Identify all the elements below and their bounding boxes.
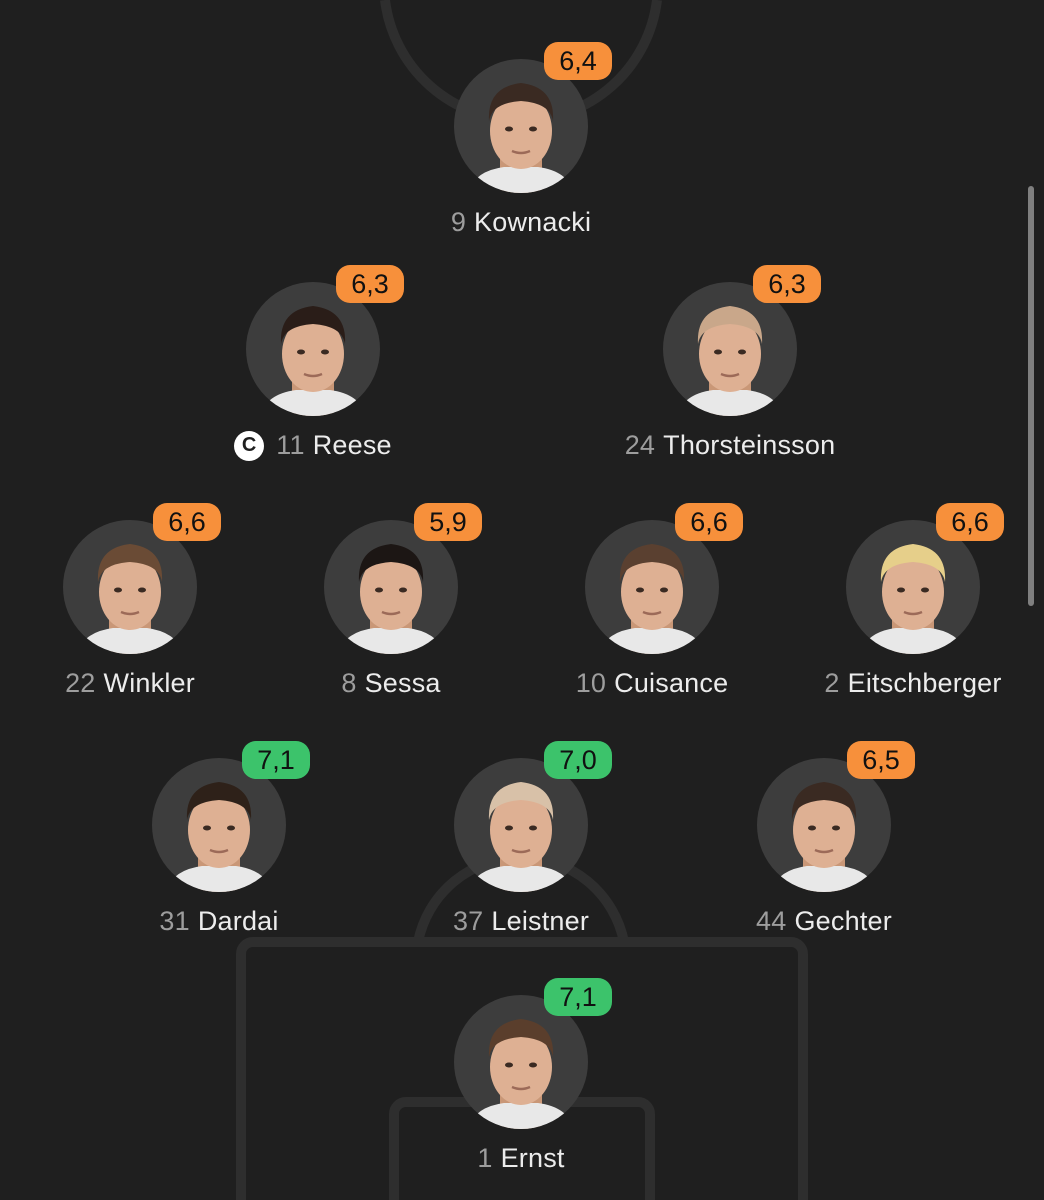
player-label: 44 Gechter [756, 906, 892, 937]
player-avatar-wrap: 7,0 [454, 741, 612, 892]
player-number: 31 [159, 906, 190, 936]
player-label: 9 Kownacki [451, 207, 591, 238]
player-rating-badge: 6,5 [847, 741, 915, 779]
player-label: 1 Ernst [477, 1143, 564, 1174]
player-number: 11 [276, 430, 305, 460]
player-name: Winkler [103, 668, 195, 698]
player-rating-badge: 5,9 [414, 503, 482, 541]
player-name: Leistner [491, 906, 590, 936]
player-number: 9 [450, 207, 467, 237]
player-rating-badge: 7,1 [242, 741, 310, 779]
player-rating-badge: 6,6 [936, 503, 1004, 541]
player-label: 24 Thorsteinsson [625, 430, 836, 461]
player-name: Eitschberger [847, 668, 1002, 698]
player-avatar-wrap: 7,1 [454, 978, 612, 1129]
player-rating-badge: 6,3 [336, 265, 404, 303]
player-name: Reese [312, 430, 392, 460]
player-avatar-wrap: 6,3 [246, 265, 404, 416]
player-label: 22 Winkler [65, 668, 195, 699]
player-name: Dardai [197, 906, 279, 936]
player-card-ernst[interactable]: 7,1 1 Ernst [411, 978, 631, 1174]
player-number: 37 [452, 906, 484, 936]
player-number: 44 [756, 906, 787, 936]
player-card-kownacki[interactable]: 6,4 9 Kownacki [411, 42, 631, 238]
player-label: 8 Sessa [341, 668, 440, 699]
player-rating-badge: 6,6 [153, 503, 221, 541]
player-avatar-wrap: 5,9 [324, 503, 482, 654]
player-number: 2 [824, 668, 840, 698]
player-label: 10 Cuisance [576, 668, 729, 699]
scrollbar[interactable] [1028, 186, 1034, 606]
player-card-cuisance[interactable]: 6,6 10 Cuisance [542, 503, 762, 699]
player-number: 22 [65, 668, 96, 698]
player-rating-badge: 7,0 [544, 741, 612, 779]
player-card-eitschberger[interactable]: 6,6 2 Eitschberger [803, 503, 1023, 699]
player-avatar-wrap: 6,4 [454, 42, 612, 193]
player-number: 24 [624, 430, 656, 460]
player-rating-badge: 6,4 [544, 42, 612, 80]
player-avatar-wrap: 7,1 [152, 741, 310, 892]
player-name: Ernst [500, 1143, 565, 1173]
player-label: 37 Leistner [453, 906, 589, 937]
player-card-thorsteinsson[interactable]: 6,3 24 Thorsteinsson [620, 265, 840, 461]
player-avatar-wrap: 6,5 [757, 741, 915, 892]
player-card-gechter[interactable]: 6,5 44 Gechter [714, 741, 934, 937]
player-card-leistner[interactable]: 7,0 37 Leistner [411, 741, 631, 937]
player-name: Thorsteinsson [663, 430, 836, 460]
player-card-winkler[interactable]: 6,6 22 Winkler [20, 503, 240, 699]
player-label: C 11 Reese [234, 430, 392, 461]
player-avatar-wrap: 6,6 [63, 503, 221, 654]
player-card-sessa[interactable]: 5,9 8 Sessa [281, 503, 501, 699]
player-number: 10 [575, 668, 607, 698]
player-name: Sessa [364, 668, 441, 698]
player-label: 31 Dardai [159, 906, 278, 937]
player-card-reese[interactable]: 6,3 C 11 Reese [203, 265, 423, 461]
player-rating-badge: 6,6 [675, 503, 743, 541]
player-name: Cuisance [614, 668, 729, 698]
player-number: 8 [341, 668, 357, 698]
player-name: Kownacki [474, 207, 592, 237]
player-rating-badge: 7,1 [544, 978, 612, 1016]
player-card-dardai[interactable]: 7,1 31 Dardai [109, 741, 329, 937]
player-label: 2 Eitschberger [824, 668, 1001, 699]
player-avatar-wrap: 6,6 [846, 503, 1004, 654]
player-avatar-wrap: 6,6 [585, 503, 743, 654]
player-rating-badge: 6,3 [753, 265, 821, 303]
player-avatar-wrap: 6,3 [663, 265, 821, 416]
player-name: Gechter [794, 906, 892, 936]
player-number: 1 [477, 1143, 493, 1173]
captain-icon: C [234, 430, 265, 461]
